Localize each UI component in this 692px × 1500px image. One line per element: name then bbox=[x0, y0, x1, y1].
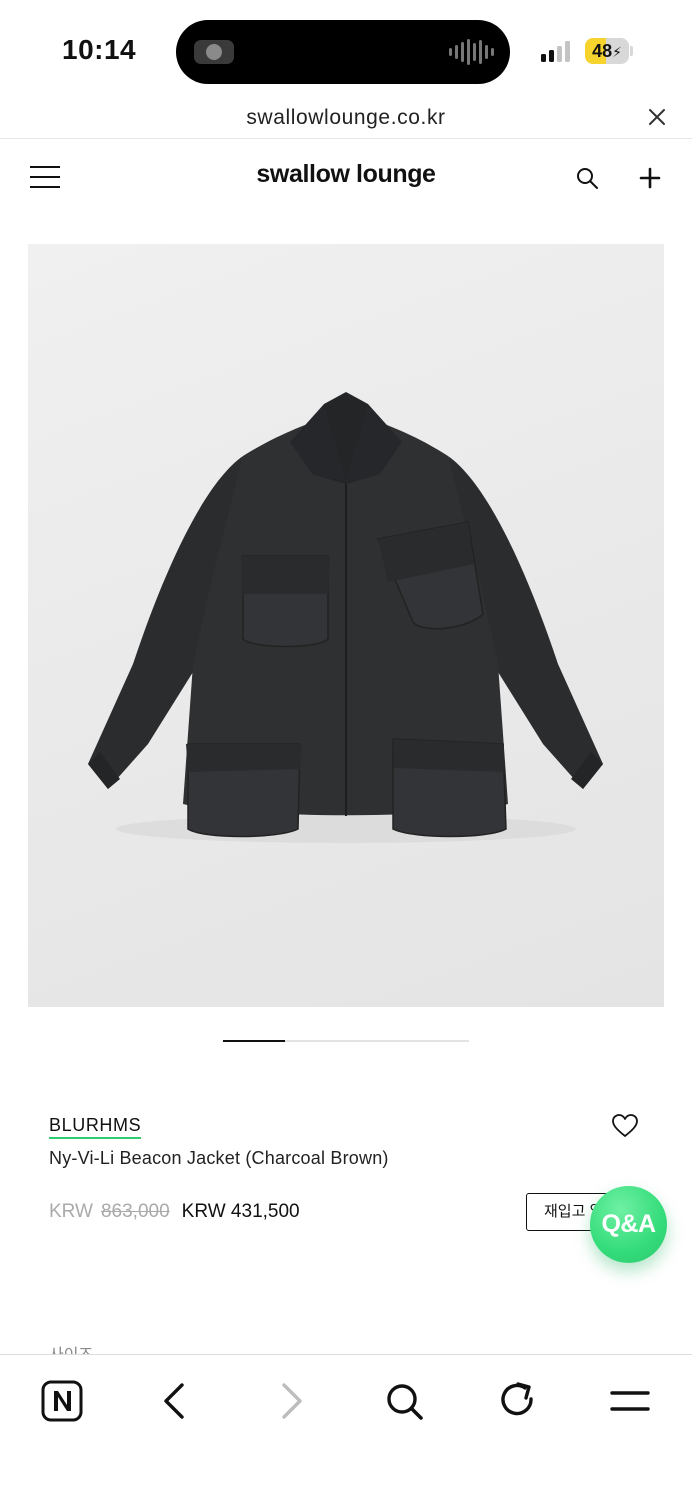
browser-toolbar bbox=[0, 1354, 692, 1500]
now-playing-thumbnail bbox=[194, 40, 234, 64]
currency-label: KRW bbox=[49, 1201, 93, 1222]
back-icon[interactable] bbox=[154, 1379, 198, 1423]
url-address[interactable]: swallowlounge.co.kr bbox=[0, 106, 692, 130]
image-carousel-indicator[interactable] bbox=[223, 1040, 469, 1042]
product-name: Ny-Vi-Li Beacon Jacket (Charcoal Brown) bbox=[49, 1148, 389, 1168]
jacket-image bbox=[88, 392, 603, 843]
price-row: KRW 863,000 KRW 431,500 bbox=[49, 1201, 300, 1223]
url-bar-divider bbox=[0, 138, 692, 139]
search-icon[interactable] bbox=[382, 1379, 426, 1423]
close-icon[interactable] bbox=[646, 106, 668, 128]
dynamic-island bbox=[176, 20, 510, 84]
refresh-icon[interactable] bbox=[496, 1379, 540, 1423]
original-price: 863,000 bbox=[100, 1201, 170, 1222]
status-time: 10:14 bbox=[62, 34, 137, 65]
battery-percentage: 48⚡ bbox=[592, 41, 622, 61]
sale-price: KRW 431,500 bbox=[181, 1201, 300, 1222]
battery-icon: 48⚡ bbox=[585, 38, 629, 64]
search-icon[interactable] bbox=[575, 166, 599, 190]
cellular-signal-icon bbox=[541, 40, 570, 62]
battery-cap bbox=[630, 46, 633, 56]
heart-icon[interactable] bbox=[612, 1114, 638, 1138]
qa-floating-button[interactable]: Q&A bbox=[590, 1186, 667, 1263]
forward-icon[interactable] bbox=[268, 1379, 312, 1423]
audio-waveform-icon bbox=[449, 39, 494, 65]
plus-icon[interactable] bbox=[638, 166, 662, 190]
menu-icon[interactable] bbox=[608, 1379, 652, 1423]
naver-home-icon[interactable] bbox=[40, 1379, 84, 1423]
carousel-progress bbox=[223, 1040, 285, 1042]
product-brand-link[interactable]: BLURHMS bbox=[49, 1115, 142, 1139]
product-image[interactable] bbox=[28, 244, 664, 1007]
